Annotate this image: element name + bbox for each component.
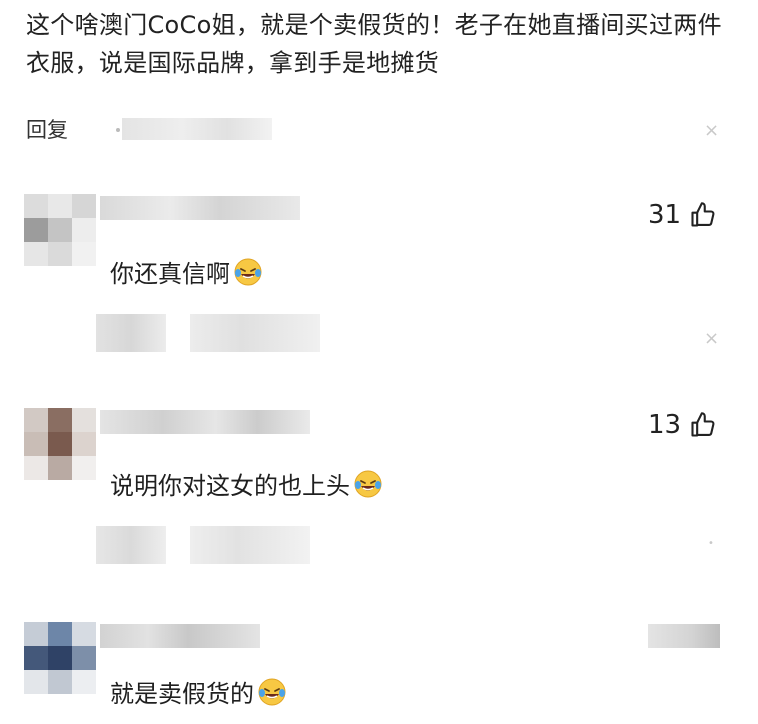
close-icon[interactable]: × xyxy=(704,120,719,141)
reply-button[interactable]: 回复 xyxy=(26,114,68,144)
laugh-crying-emoji xyxy=(258,678,286,705)
reply-text: 就是卖假货的 xyxy=(110,674,287,709)
reply-text-content: 说明你对这女的也上头 xyxy=(110,472,350,500)
reply-text-content: 就是卖假货的 xyxy=(110,680,254,708)
like-count: 31 xyxy=(648,200,682,230)
blurred-username[interactable] xyxy=(100,196,300,220)
laugh-crying-emoji xyxy=(234,258,262,285)
like-button[interactable]: 31 xyxy=(648,200,717,230)
blurred-username[interactable] xyxy=(100,624,260,648)
separator-dot xyxy=(116,128,120,132)
avatar[interactable] xyxy=(24,408,96,480)
dot-indicator: • xyxy=(708,538,714,549)
reply-text: 说明你对这女的也上头 xyxy=(110,466,383,501)
like-count: 13 xyxy=(648,410,682,440)
blurred-reply-action[interactable] xyxy=(96,526,166,564)
reply-text: 你还真信啊 xyxy=(110,254,263,289)
like-button[interactable]: 13 xyxy=(648,410,717,440)
blurred-like-area[interactable] xyxy=(648,624,720,648)
thumbs-up-icon xyxy=(691,202,715,227)
blurred-reply-action[interactable] xyxy=(96,314,166,352)
reply-text-content: 你还真信啊 xyxy=(110,260,230,288)
blurred-reply-meta xyxy=(190,314,320,352)
blurred-username[interactable] xyxy=(100,410,310,434)
thumbs-up-icon xyxy=(691,412,715,437)
blurred-reply-meta xyxy=(190,526,310,564)
reply-bar: 回复 xyxy=(26,112,736,146)
laugh-crying-emoji xyxy=(354,470,382,497)
avatar[interactable] xyxy=(24,622,96,694)
avatar[interactable] xyxy=(24,194,96,266)
main-comment-text: 这个啥澳门CoCo姐，就是个卖假货的！老子在她直播间买过两件衣服，说是国际品牌，… xyxy=(26,11,722,77)
blurred-reply-input[interactable] xyxy=(122,118,272,140)
close-icon[interactable]: × xyxy=(704,328,719,349)
